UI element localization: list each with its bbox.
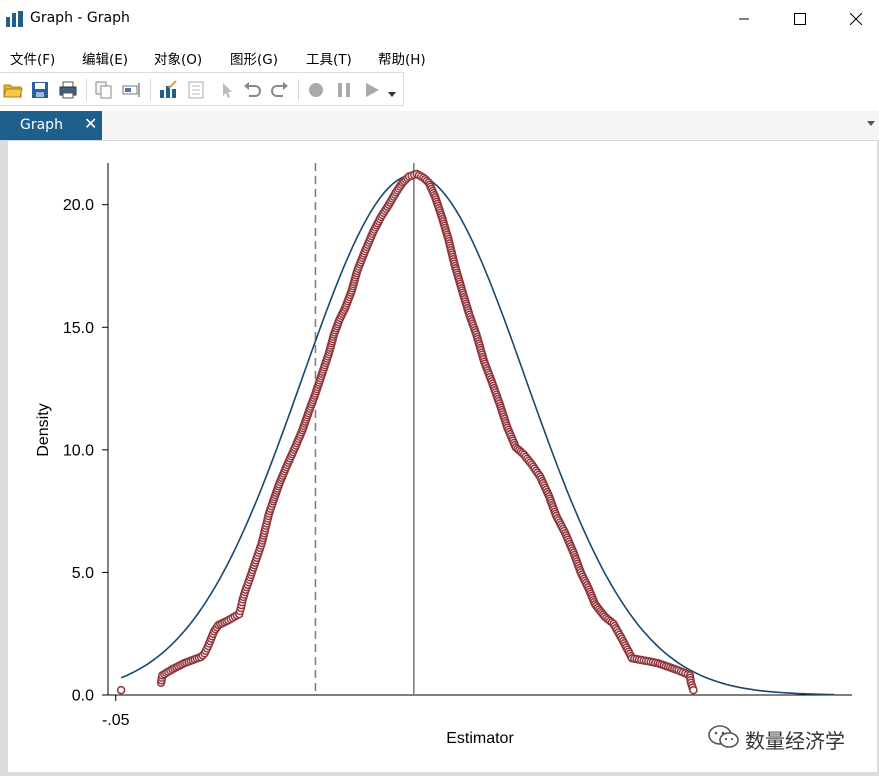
x-ticks: -.05 — [102, 695, 130, 729]
density-plot: 0.0 5.0 10.0 15.0 20.0 -.05 Density Estimato… — [35, 163, 852, 747]
y-tick-label: 20.0 — [63, 197, 94, 214]
density-marker — [689, 685, 698, 695]
y-axis-label: Density — [35, 403, 52, 456]
x-tick-label: -.05 — [102, 712, 130, 729]
y-tick-label: 15.0 — [63, 320, 94, 337]
plot-axes — [107, 163, 852, 696]
x-axis-label: Estimator — [446, 730, 514, 747]
density-marker — [116, 685, 126, 695]
watermark: 数量经济学 — [707, 724, 857, 753]
y-tick-label: 5.0 — [72, 565, 94, 582]
density-markers — [116, 169, 698, 695]
y-ticks: 0.0 5.0 10.0 15.0 20.0 — [63, 197, 108, 705]
wechat-icon — [708, 725, 739, 748]
watermark-text: 数量经济学 — [745, 729, 845, 753]
y-tick-label: 10.0 — [63, 442, 94, 459]
y-tick-label: 0.0 — [72, 688, 94, 705]
